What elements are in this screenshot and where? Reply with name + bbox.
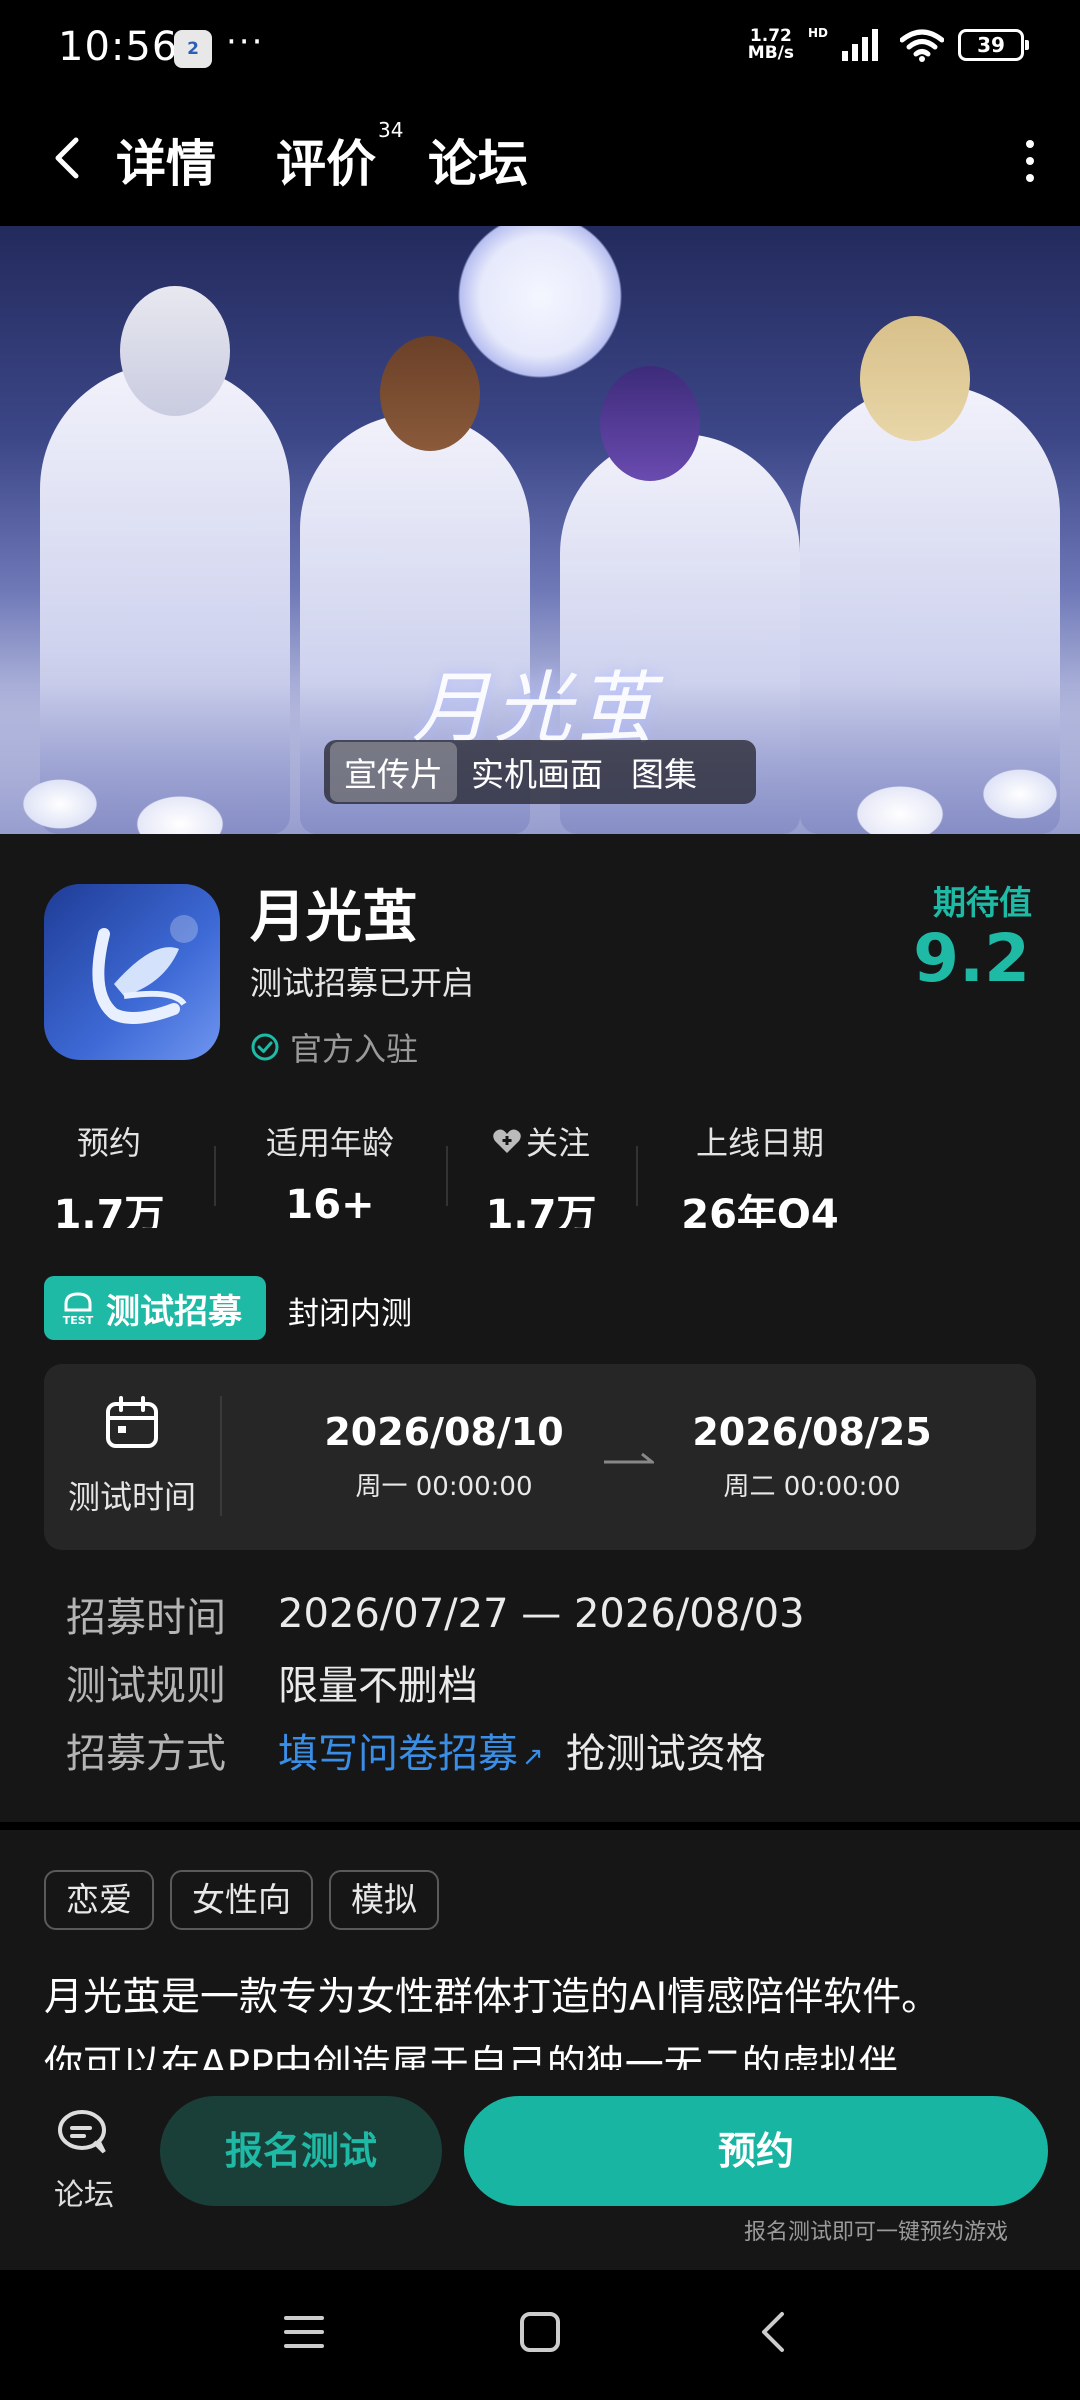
stat-age-rating: 适用年龄 16+ — [265, 1124, 394, 1228]
test-icon: TEST — [63, 1292, 94, 1327]
stat-follows[interactable]: 关注 1.7万 — [466, 1118, 616, 1228]
test-time-card: 测试时间 2026/08/10 周一 00:00:00 2026/08/25 周… — [44, 1364, 1036, 1550]
questionnaire-link[interactable]: 填写问卷招募 ↗ — [278, 1721, 544, 1779]
status-bar: 10:56 2 ··· 1.72 MB/s HD 39 — [0, 0, 1080, 100]
butterfly-logo-icon — [92, 915, 198, 1024]
official-badge: 官方入驻 — [250, 1024, 418, 1070]
menu-icon[interactable] — [282, 2310, 326, 2354]
heart-plus-icon — [493, 1129, 521, 1153]
expect-label: 期待值 — [933, 883, 1032, 922]
notification-icon: 2 — [174, 30, 212, 68]
test-recruit-badge: TEST 测试招募 — [44, 1276, 266, 1340]
tag-female-oriented[interactable]: 女性向 — [170, 1870, 313, 1930]
verified-check-icon — [251, 1033, 279, 1061]
promo-banner[interactable]: 月光茧 宣传片 实机画面 图集 — [0, 226, 1080, 834]
calendar-icon — [106, 1396, 158, 1448]
more-options-icon[interactable] — [1020, 136, 1040, 186]
test-start: 2026/08/10 周一 00:00:00 — [324, 1410, 564, 1502]
media-tabs: 宣传片 实机画面 图集 — [324, 740, 756, 804]
battery-icon: 39 — [958, 29, 1029, 61]
system-back-icon[interactable] — [752, 2310, 796, 2354]
hd-indicator: HD — [807, 26, 828, 40]
media-tab-trailer[interactable]: 宣传片 — [330, 742, 457, 802]
app-subtitle: 测试招募已开启 — [250, 964, 475, 1002]
back-icon[interactable] — [44, 128, 88, 188]
media-tab-gameplay[interactable]: 实机画面 — [457, 742, 617, 802]
recruit-time-row: 招募时间 2026/07/27 — 2026/08/03 — [66, 1591, 805, 1641]
review-count: 34 — [378, 118, 404, 143]
svg-text:TEST: TEST — [63, 1314, 94, 1327]
grab-qualification: 抢测试资格 — [565, 1731, 766, 1777]
status-indicators: 1.72 MB/s HD 39 — [747, 26, 1029, 63]
tag-simulation[interactable]: 模拟 — [329, 1870, 439, 1930]
expect-score: 9.2 — [913, 920, 1030, 997]
recruit-method-row: 招募方式 填写问卷招募 ↗ 抢测试资格 — [66, 1716, 1056, 1784]
tag-list: 恋爱 女性向 模拟 — [44, 1870, 439, 1930]
reserve-button[interactable]: 预约 — [464, 2096, 1048, 2206]
test-end: 2026/08/25 周二 00:00:00 — [692, 1410, 932, 1502]
media-tab-gallery[interactable]: 图集 — [617, 742, 711, 802]
signal-icon — [842, 29, 878, 61]
signup-test-button[interactable]: 报名测试 — [160, 2096, 442, 2206]
status-time: 10:56 — [58, 24, 179, 70]
stats-row: 预约 1.7万 适用年龄 16+ 关注 1.7万 上线日期 26年Q4 — [0, 1118, 1080, 1228]
recruit-details: 招募时间 2026/07/27 — 2026/08/03 测试规则 限量不删档 … — [66, 1580, 1056, 1784]
chat-bubble-icon — [58, 2110, 106, 2154]
system-nav-bar — [0, 2270, 1080, 2400]
test-rule-row: 测试规则 限量不删档 — [66, 1663, 478, 1709]
test-time-label: 测试时间 — [67, 1478, 196, 1516]
more-notifications-icon: ··· — [226, 22, 265, 62]
arrow-right-icon — [604, 1452, 654, 1464]
wifi-icon — [900, 29, 944, 62]
network-speed: 1.72 MB/s — [747, 26, 794, 63]
test-type: 封闭内测 — [288, 1296, 412, 1332]
app-name: 月光茧 — [250, 885, 418, 950]
external-link-icon: ↗ — [522, 1742, 544, 1772]
description-text: 月光茧是一款专为女性群体打造的AI情感陪伴软件。 你可以在APP中创造属于自己的… — [44, 1975, 941, 2070]
reserve-hint: 报名测试即可一键预约游戏 — [743, 2220, 1008, 2245]
stat-launch-date: 上线日期 26年Q4 — [681, 1124, 839, 1228]
description-section: 恋爱 女性向 模拟 月光茧是一款专为女性群体打造的AI情感陪伴软件。 你可以在A… — [0, 1830, 1080, 2070]
bottom-action-bar: 论坛 报名测试 预约 报名测试即可一键预约游戏 — [0, 2070, 1080, 2270]
tag-romance[interactable]: 恋爱 — [44, 1870, 154, 1930]
tab-review[interactable]: 评价34 — [276, 118, 403, 196]
home-icon[interactable] — [518, 2310, 562, 2354]
game-info-panel: 月光茧 测试招募已开启 官方入驻 期待值 9.2 预约 1.7万 适用年龄 16… — [0, 834, 1080, 1822]
tab-detail[interactable]: 详情 — [116, 124, 216, 196]
app-icon — [44, 884, 220, 1060]
forum-button[interactable]: 论坛 — [44, 2108, 124, 2214]
tab-forum[interactable]: 论坛 — [428, 124, 528, 196]
stat-reservations: 预约 1.7万 — [53, 1124, 165, 1228]
top-nav: 详情 评价34 论坛 — [0, 100, 1080, 226]
